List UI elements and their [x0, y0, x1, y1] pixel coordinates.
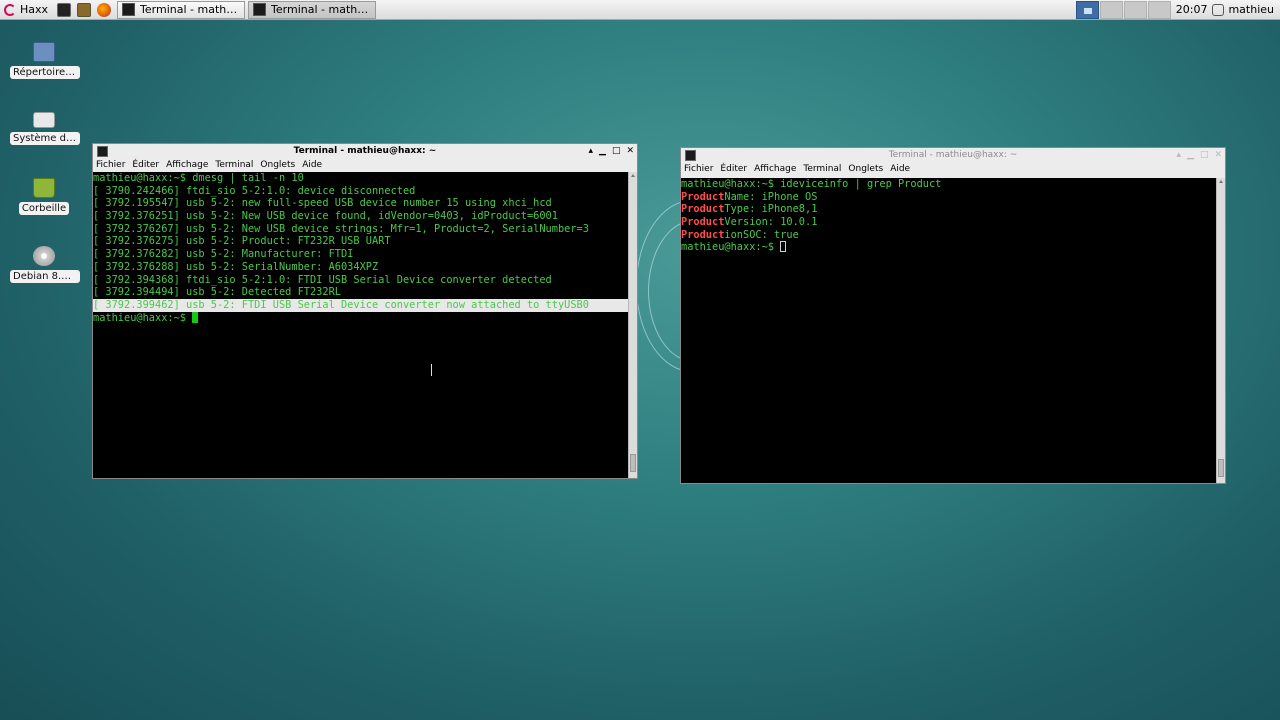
- menu-affichage[interactable]: Affichage: [754, 164, 796, 174]
- terminal-line: ProductVersion: 10.0.1: [681, 216, 1225, 229]
- terminal-line: [ 3792.394368] ftdi_sio 5-2:1.0: FTDI US…: [93, 273, 552, 286]
- trash-icon: [33, 178, 55, 198]
- menu-terminal[interactable]: Terminal: [803, 164, 841, 174]
- applications-menu-label: Haxx: [20, 3, 49, 16]
- menu-fichier[interactable]: Fichier: [96, 160, 125, 170]
- terminal-line: mathieu@haxx:~$ dmesg | tail -n 10: [93, 172, 304, 184]
- terminal-window-right[interactable]: Terminal - mathieu@haxx: ~ ▴ ▁ □ ✕ Fichi…: [680, 147, 1226, 484]
- menu-aide[interactable]: Aide: [302, 160, 322, 170]
- menu-fichier[interactable]: Fichier: [684, 164, 713, 174]
- desktop-icon-trash[interactable]: Corbeille: [10, 178, 78, 218]
- close-icon[interactable]: ✕: [626, 146, 634, 156]
- minimize-icon[interactable]: ▁: [1187, 150, 1194, 160]
- menu-onglets[interactable]: Onglets: [848, 164, 883, 174]
- desktop-icon-label: Corbeille: [18, 202, 70, 215]
- taskbar-item-terminal-2[interactable]: Terminal - mathieu@ha...: [248, 0, 377, 19]
- desktop-icon-debian-disc[interactable]: Debian 8.4....: [10, 246, 80, 286]
- grep-match: Product: [681, 216, 725, 229]
- desktop-icon-label: Répertoire ...: [10, 66, 80, 79]
- terminal-line-rest: Name: iPhone OS: [724, 190, 818, 203]
- terminal-prompt-line: mathieu@haxx:~$: [681, 241, 1225, 254]
- maximize-icon[interactable]: □: [1200, 150, 1209, 160]
- window-titlebar[interactable]: Terminal - mathieu@haxx: ~ ▴ ▁ □ ✕: [681, 148, 1225, 162]
- debian-logo-icon: [4, 3, 16, 16]
- terminal-prompt-line: mathieu@haxx:~$: [93, 311, 637, 325]
- workspace-1[interactable]: [1075, 0, 1099, 19]
- terminal-line: mathieu@haxx:~$ ideviceinfo | grep Produ…: [681, 178, 942, 190]
- workspace-2[interactable]: [1099, 0, 1123, 19]
- terminal-line: [ 3790.242466] ftdi_sio 5-2:1.0: device …: [93, 184, 416, 197]
- terminal-scrollbar[interactable]: [628, 172, 637, 478]
- terminal-line: [ 3792.394494] usb 5-2: Detected FT232RL: [93, 286, 341, 299]
- system-tray: 20:07 mathieu: [1075, 0, 1280, 20]
- terminal-line: [ 3792.376288] usb 5-2: SerialNumber: A6…: [93, 260, 379, 273]
- terminal-launcher-icon[interactable]: [57, 2, 72, 17]
- terminal-line: [ 3792.376275] usb 5-2: Product: FT232R …: [93, 235, 391, 248]
- maximize-icon[interactable]: □: [612, 146, 621, 156]
- menu-affichage[interactable]: Affichage: [166, 160, 208, 170]
- file-manager-launcher-icon[interactable]: [77, 2, 92, 17]
- user-menu[interactable]: mathieu: [1224, 3, 1280, 16]
- scrollbar-thumb[interactable]: [630, 454, 636, 472]
- terminal-line: ProductName: iPhone OS: [681, 191, 1225, 204]
- desktop-icon-home[interactable]: Répertoire ...: [10, 42, 80, 82]
- clock[interactable]: 20:07: [1171, 3, 1213, 16]
- window-menu-arrow-icon[interactable]: ▴: [588, 146, 593, 156]
- close-icon[interactable]: ✕: [1214, 150, 1222, 160]
- desktop-icon-label: Système de...: [10, 132, 80, 145]
- minimize-icon[interactable]: ▁: [599, 146, 606, 156]
- terminal-line-selected: [ 3792.399462] usb 5-2: FTDI USB Serial …: [93, 298, 628, 312]
- grep-match: Product: [681, 203, 725, 216]
- menu-aide[interactable]: Aide: [890, 164, 910, 174]
- window-menubar: Fichier Éditer Affichage Terminal Onglet…: [93, 158, 637, 171]
- mouse-ibeam-cursor-icon: [431, 364, 436, 376]
- menu-editer[interactable]: Éditer: [720, 164, 747, 174]
- firefox-launcher-icon[interactable]: [97, 2, 112, 17]
- window-menu-arrow-icon[interactable]: ▴: [1176, 150, 1181, 160]
- terminal-line: [ 3792.376282] usb 5-2: Manufacturer: FT…: [93, 248, 354, 261]
- top-panel: Haxx Terminal - mathieu@ha... Terminal -…: [0, 0, 1280, 20]
- terminal-icon: [253, 3, 267, 16]
- terminal-output[interactable]: mathieu@haxx:~$ dmesg | tail -n 10 [ 379…: [93, 172, 637, 478]
- desktop-icon-filesystem[interactable]: Système de...: [10, 110, 80, 148]
- disc-icon: [33, 246, 55, 266]
- taskbar-item-label: Terminal - mathieu@ha...: [140, 3, 240, 16]
- grep-match: Product: [681, 190, 725, 203]
- terminal-output[interactable]: mathieu@haxx:~$ ideviceinfo | grep Produ…: [681, 178, 1225, 483]
- scrollbar-thumb[interactable]: [1218, 459, 1224, 477]
- grep-match: Product: [681, 228, 725, 241]
- workspace-3[interactable]: [1123, 0, 1147, 19]
- taskbar-item-terminal-1[interactable]: Terminal - mathieu@ha...: [117, 0, 246, 19]
- home-folder-icon: [33, 42, 55, 62]
- terminal-line: ProductType: iPhone8,1: [681, 203, 1225, 216]
- window-menubar: Fichier Éditer Affichage Terminal Onglet…: [681, 162, 1225, 175]
- terminal-line: [ 3792.376267] usb 5-2: New USB device s…: [93, 222, 589, 235]
- text-cursor: [192, 311, 199, 323]
- terminal-line: ProductionSOC: true: [681, 229, 1225, 242]
- shell-prompt: mathieu@haxx:~$: [93, 311, 193, 324]
- user-icon: [1212, 3, 1225, 16]
- shell-prompt: mathieu@haxx:~$: [681, 241, 781, 254]
- window-title: Terminal - mathieu@haxx: ~: [293, 146, 437, 156]
- desktop-icon-label: Debian 8.4....: [10, 270, 80, 283]
- applications-menu-button[interactable]: Haxx: [0, 0, 54, 20]
- menu-terminal[interactable]: Terminal: [215, 160, 253, 170]
- terminal-line-rest: Version: 10.0.1: [724, 216, 818, 229]
- menu-editer[interactable]: Éditer: [132, 160, 159, 170]
- taskbar-item-label: Terminal - mathieu@ha...: [271, 3, 371, 16]
- terminal-scrollbar[interactable]: [1216, 178, 1225, 483]
- drive-icon: [33, 112, 55, 128]
- window-title: Terminal - mathieu@haxx: ~: [888, 150, 1018, 160]
- window-titlebar[interactable]: Terminal - mathieu@haxx: ~ ▴ ▁ □ ✕: [93, 144, 637, 158]
- terminal-line-rest: ionSOC: true: [724, 228, 799, 241]
- menu-onglets[interactable]: Onglets: [260, 160, 295, 170]
- terminal-icon: [122, 3, 136, 16]
- terminal-line: [ 3792.376251] usb 5-2: New USB device f…: [93, 210, 558, 223]
- terminal-line: [ 3792.195547] usb 5-2: new full-speed U…: [93, 197, 552, 210]
- terminal-window-left[interactable]: Terminal - mathieu@haxx: ~ ▴ ▁ □ ✕ Fichi…: [92, 143, 638, 479]
- workspace-4[interactable]: [1147, 0, 1171, 19]
- text-cursor: [780, 241, 787, 253]
- terminal-line-rest: Type: iPhone8,1: [724, 203, 818, 216]
